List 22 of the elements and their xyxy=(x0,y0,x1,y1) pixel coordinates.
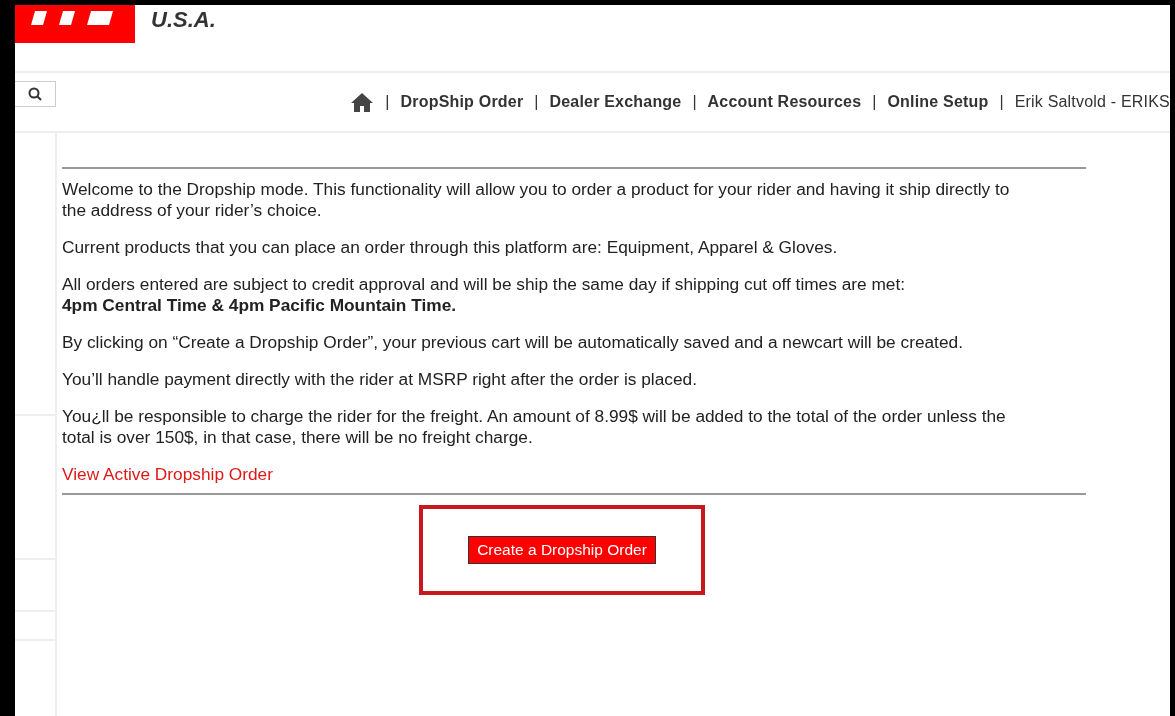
nav-link[interactable]: Dealer Exchange xyxy=(549,93,682,111)
info-paragraph: By clicking on “Create a Dropship Order”, your previous cart will be automatically saved and a newcart will be created. xyxy=(62,332,964,353)
active-order-link[interactable]: View Active Dropship Order xyxy=(62,464,273,485)
nav-separator: | xyxy=(692,93,697,111)
search-field[interactable] xyxy=(15,81,56,107)
create-order-button[interactable]: Create a Dropship Order xyxy=(468,536,656,564)
info-paragraph: Current products that you can place an order through this platform are: Equipment, Apparel & Gloves. xyxy=(62,237,839,258)
nav-separator: | xyxy=(534,93,539,111)
region-label: U.S.A. xyxy=(151,7,216,33)
nav-link[interactable]: Online Setup xyxy=(887,93,989,111)
info-paragraph: You’ll handle payment directly with the rider at MSRP right after the order is placed. xyxy=(62,369,698,390)
info-paragraph: Welcome to the Dropship mode. This functionality will allow you to order a product for your rider and having it ship directly to the address of your rider’s choice. xyxy=(62,179,1011,221)
nav-separator: | xyxy=(999,93,1004,111)
nav-link[interactable]: Account Resources xyxy=(707,93,862,111)
info-paragraph: All orders entered are subject to credit approval and will be ship the same day if shipping cut off times are met: 4pm Central Time & 4pm Pacific Mountain Time. xyxy=(62,274,907,316)
home-icon[interactable] xyxy=(350,92,375,112)
nav-link[interactable]: DropShip Order xyxy=(400,93,524,111)
user-name-link[interactable]: Erik Saltvold - ERIKS xyxy=(1014,93,1170,111)
nav-separator: | xyxy=(385,93,390,111)
nav-separator: | xyxy=(872,93,877,111)
info-paragraph: You¿ll be responsible to charge the rider for the freight. An amount of 8.99$ will be added to the total of the order unless the total is over 150$, in that case, there will be no freight charge. xyxy=(62,406,1007,448)
search-icon[interactable] xyxy=(28,87,42,101)
